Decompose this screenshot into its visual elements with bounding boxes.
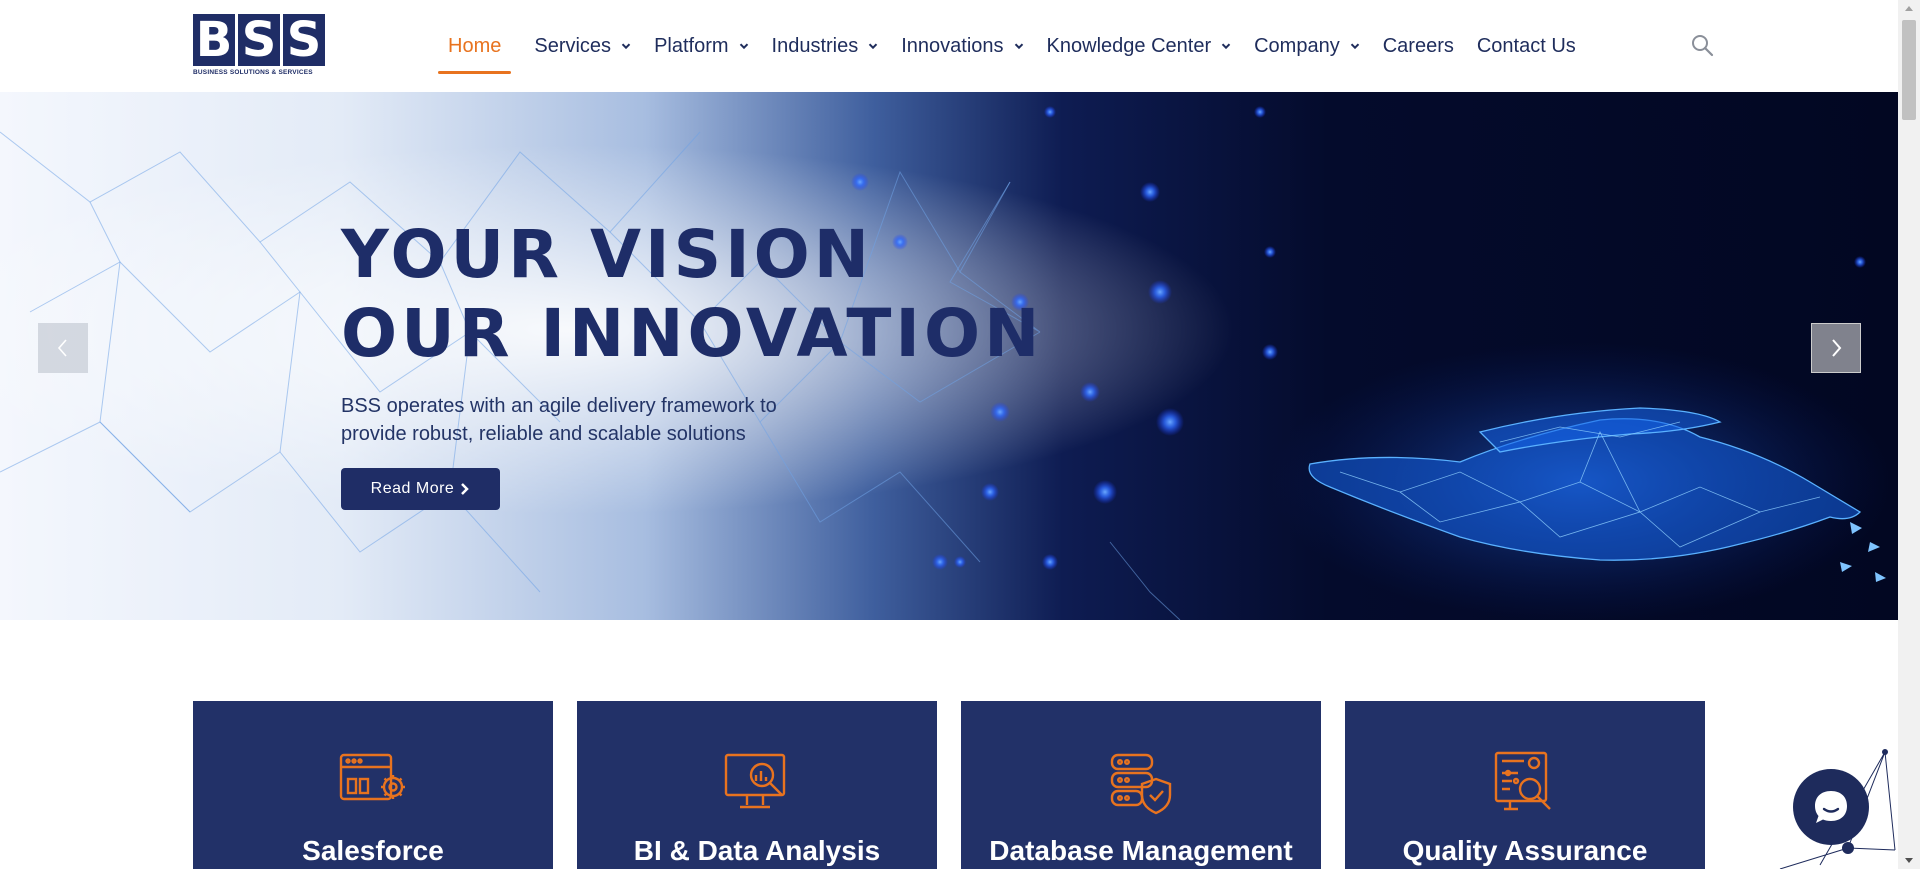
scrollbar-thumb[interactable] — [1902, 20, 1916, 120]
nav-item-label: Company — [1254, 34, 1340, 57]
hero-title: YOUR VISION OUR INNOVATION — [341, 215, 1043, 373]
nav-item-label: Services — [534, 34, 612, 57]
scroll-down-arrow-icon[interactable] — [1904, 857, 1914, 865]
slider-next-button[interactable] — [1811, 323, 1861, 373]
nav-item-home[interactable]: Home — [437, 30, 512, 74]
nav-item-label: Industries — [771, 34, 859, 57]
hero-subtitle: BSS operates with an agile delivery fram… — [341, 392, 861, 448]
service-card-bi-data-analysis[interactable]: BI & Data Analysis — [577, 701, 937, 869]
chevron-down-icon — [1350, 43, 1359, 50]
nav-item-industries[interactable]: Industries — [772, 30, 879, 62]
chat-button[interactable] — [1793, 769, 1869, 845]
service-cards: Salesforce BI & Data Analysis Database M… — [193, 701, 1705, 869]
chat-bubble-icon — [1815, 791, 1847, 823]
scroll-up-arrow-icon[interactable] — [1904, 4, 1914, 12]
chevron-right-icon — [461, 483, 470, 495]
logo-mark: B S S — [193, 14, 327, 66]
chevron-down-icon — [739, 43, 748, 50]
bss-logo[interactable]: B S S BUSINESS SOLUTIONS & SERVICES — [193, 14, 327, 80]
hero-subtitle-line: provide robust, reliable and scalable so… — [341, 423, 746, 445]
nav-item-label: Home — [448, 34, 502, 57]
nav-item-services[interactable]: Services — [534, 30, 631, 62]
hero-subtitle-line: BSS operates with an agile delivery fram… — [341, 395, 777, 417]
main-nav: Home Services Platform Industries Innova… — [437, 30, 1599, 74]
nav-item-label: Platform — [654, 34, 729, 57]
service-card-title: BI & Data Analysis — [633, 835, 881, 866]
nav-item-company[interactable]: Company — [1254, 30, 1360, 62]
chevron-right-icon — [1832, 339, 1842, 357]
nav-item-innovations[interactable]: Innovations — [901, 30, 1023, 62]
chevron-down-icon — [1014, 43, 1023, 50]
read-more-button[interactable]: Read More — [341, 468, 500, 510]
database-shield-icon — [1110, 753, 1172, 815]
read-more-label: Read More — [370, 480, 455, 497]
quality-assurance-report-icon — [1494, 751, 1551, 811]
service-card-title: Salesforce — [302, 835, 444, 866]
data-analysis-monitor-icon — [724, 753, 786, 809]
logo-letter: S — [238, 14, 280, 66]
chevron-left-icon — [57, 339, 67, 357]
site-header: B S S BUSINESS SOLUTIONS & SERVICES Home… — [0, 0, 1898, 92]
nav-item-label: Contact Us — [1476, 34, 1576, 57]
nav-item-contact-us[interactable]: Contact Us — [1477, 30, 1576, 62]
logo-letter: B — [193, 14, 235, 66]
nav-item-label: Knowledge Center — [1046, 34, 1212, 57]
nav-item-platform[interactable]: Platform — [654, 30, 748, 62]
nav-item-label: Careers — [1382, 34, 1454, 57]
service-card-database-management[interactable]: Database Management — [961, 701, 1321, 869]
hero-slider: YOUR VISION OUR INNOVATION BSS operates … — [0, 92, 1898, 620]
logo-letter: S — [283, 14, 325, 66]
logo-tagline: BUSINESS SOLUTIONS & SERVICES — [193, 69, 313, 76]
service-card-title: Database Management — [989, 835, 1293, 866]
hero-title-line: YOUR VISION — [341, 216, 874, 293]
service-card-quality-assurance[interactable]: Quality Assurance — [1345, 701, 1705, 869]
chevron-down-icon — [621, 43, 631, 50]
chevron-down-icon — [1221, 43, 1231, 50]
chevron-down-icon — [869, 43, 878, 50]
slider-prev-button[interactable] — [38, 323, 88, 373]
nav-item-knowledge-center[interactable]: Knowledge Center — [1047, 30, 1232, 62]
search-icon[interactable] — [1690, 33, 1714, 57]
nav-item-label: Innovations — [901, 34, 1004, 57]
service-card-title: Quality Assurance — [1402, 835, 1648, 866]
page-scrollbar[interactable] — [1898, 0, 1920, 869]
hero-title-line: OUR INNOVATION — [341, 295, 1044, 372]
nav-item-careers[interactable]: Careers — [1383, 30, 1454, 62]
service-card-salesforce[interactable]: Salesforce — [193, 701, 553, 869]
salesforce-settings-icon — [339, 753, 405, 801]
